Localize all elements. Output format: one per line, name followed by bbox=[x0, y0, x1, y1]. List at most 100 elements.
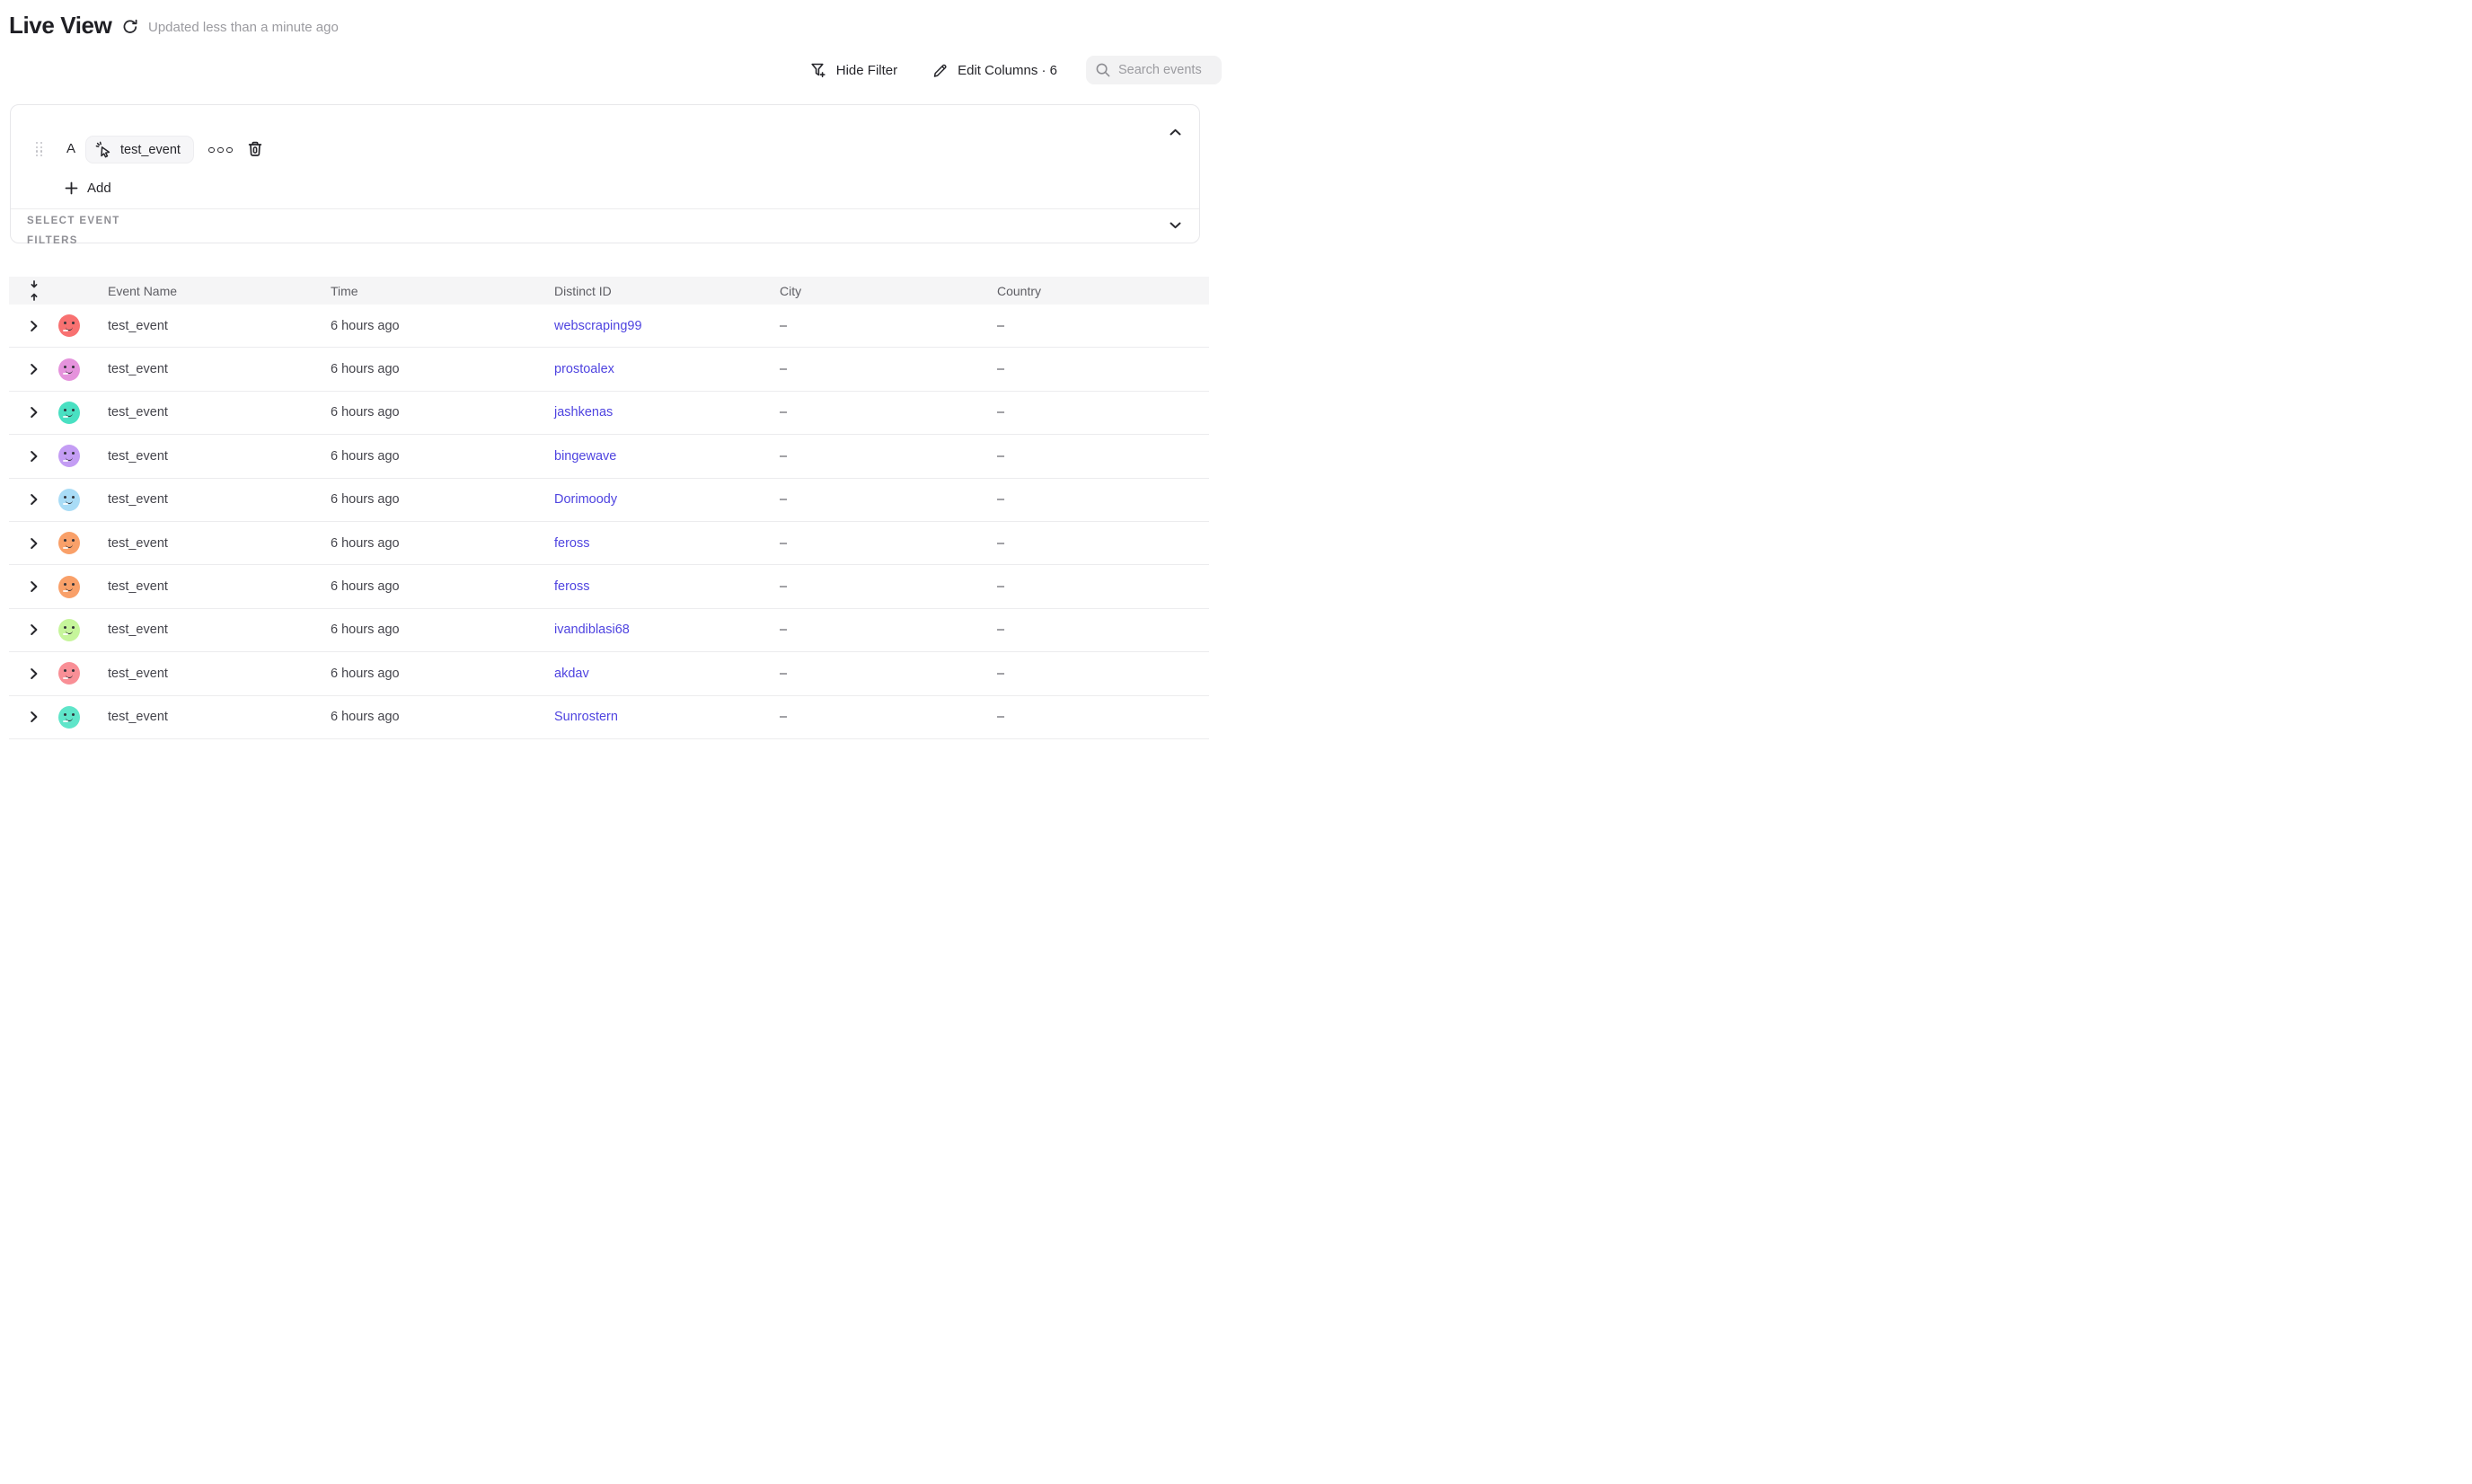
table-header: Event Name Time Distinct ID City Country bbox=[9, 277, 1209, 305]
event-name-cell: test_event bbox=[94, 449, 317, 464]
hide-filter-button[interactable]: Hide Filter bbox=[809, 61, 897, 79]
toolbar: Hide Filter Edit Columns · 6 bbox=[809, 56, 1222, 84]
table-row: test_event 6 hours ago feross – – bbox=[9, 565, 1209, 608]
city-cell: – bbox=[766, 623, 984, 637]
row-expand-chevron-icon[interactable] bbox=[30, 580, 39, 593]
column-header-event-name: Event Name bbox=[94, 284, 317, 298]
ellipsis-icon bbox=[217, 147, 224, 154]
row-expand-chevron-icon[interactable] bbox=[30, 667, 39, 680]
distinct-id-link[interactable]: jashkenas bbox=[554, 405, 613, 420]
time-cell: 6 hours ago bbox=[317, 492, 541, 507]
collapse-vertical-icon bbox=[28, 280, 40, 301]
delete-clause-button[interactable] bbox=[245, 139, 265, 159]
plus-icon bbox=[65, 181, 78, 195]
time-cell: 6 hours ago bbox=[317, 449, 541, 464]
distinct-id-link[interactable]: webscraping99 bbox=[554, 319, 642, 333]
time-cell: 6 hours ago bbox=[317, 710, 541, 724]
drag-handle[interactable] bbox=[36, 142, 44, 157]
city-cell: – bbox=[766, 319, 984, 333]
add-label: Add bbox=[87, 181, 111, 196]
live-view-page: Live View Updated less than a minute ago… bbox=[0, 0, 1236, 742]
table-row: test_event 6 hours ago webscraping99 – – bbox=[9, 305, 1209, 348]
row-expand-chevron-icon[interactable] bbox=[30, 623, 39, 636]
city-cell: – bbox=[766, 449, 984, 464]
row-expand-chevron-icon[interactable] bbox=[30, 406, 39, 419]
updated-status: Updated less than a minute ago bbox=[148, 20, 339, 35]
user-avatar bbox=[58, 619, 80, 641]
country-cell: – bbox=[984, 623, 1209, 637]
distinct-id-link[interactable]: Sunrostern bbox=[554, 710, 618, 724]
event-chip-label: test_event bbox=[120, 143, 181, 157]
time-cell: 6 hours ago bbox=[317, 319, 541, 333]
user-avatar bbox=[58, 706, 80, 729]
row-expand-chevron-icon[interactable] bbox=[30, 363, 39, 375]
time-cell: 6 hours ago bbox=[317, 536, 541, 551]
event-name-cell: test_event bbox=[94, 536, 317, 551]
city-cell: – bbox=[766, 579, 984, 594]
column-header-time: Time bbox=[317, 284, 541, 298]
row-expand-chevron-icon[interactable] bbox=[30, 320, 39, 332]
table-row: test_event 6 hours ago bingewave – – bbox=[9, 435, 1209, 478]
country-cell: – bbox=[984, 319, 1209, 333]
city-cell: – bbox=[766, 362, 984, 376]
time-cell: 6 hours ago bbox=[317, 362, 541, 376]
cursor-click-icon bbox=[95, 141, 112, 158]
refresh-button[interactable] bbox=[121, 18, 139, 36]
event-name-cell: test_event bbox=[94, 623, 317, 637]
trash-icon bbox=[245, 139, 265, 159]
row-expand-chevron-icon[interactable] bbox=[30, 493, 39, 506]
event-name-cell: test_event bbox=[94, 579, 317, 594]
time-cell: 6 hours ago bbox=[317, 405, 541, 420]
event-name-cell: test_event bbox=[94, 362, 317, 376]
row-expand-chevron-icon[interactable] bbox=[30, 450, 39, 463]
event-name-cell: test_event bbox=[94, 492, 317, 507]
column-header-distinct-id: Distinct ID bbox=[541, 284, 766, 298]
expand-filters-button[interactable] bbox=[1163, 214, 1187, 237]
row-expand-chevron-icon[interactable] bbox=[30, 711, 39, 723]
hide-filter-label: Hide Filter bbox=[836, 63, 897, 78]
distinct-id-link[interactable]: feross bbox=[554, 579, 590, 594]
clause-options-button[interactable] bbox=[205, 141, 236, 159]
column-header-country: Country bbox=[984, 284, 1209, 298]
time-cell: 6 hours ago bbox=[317, 579, 541, 594]
distinct-id-link[interactable]: akdav bbox=[554, 667, 589, 681]
table-row: test_event 6 hours ago Sunrostern – – bbox=[9, 696, 1209, 739]
table-row: test_event 6 hours ago ivandiblasi68 – – bbox=[9, 609, 1209, 652]
city-cell: – bbox=[766, 405, 984, 420]
table-row: test_event 6 hours ago prostoalex – – bbox=[9, 348, 1209, 391]
user-avatar bbox=[58, 662, 80, 685]
search-events-box bbox=[1086, 56, 1222, 84]
event-chip[interactable]: test_event bbox=[85, 136, 194, 163]
user-avatar bbox=[58, 358, 80, 381]
city-cell: – bbox=[766, 710, 984, 724]
row-expand-chevron-icon[interactable] bbox=[30, 537, 39, 550]
query-builder-panel: SELECT EVENT A test_event bbox=[10, 104, 1200, 243]
country-cell: – bbox=[984, 579, 1209, 594]
filters-label: FILTERS bbox=[27, 235, 78, 246]
country-cell: – bbox=[984, 710, 1209, 724]
city-cell: – bbox=[766, 536, 984, 551]
distinct-id-link[interactable]: ivandiblasi68 bbox=[554, 623, 630, 637]
country-cell: – bbox=[984, 536, 1209, 551]
table-row: test_event 6 hours ago akdav – – bbox=[9, 652, 1209, 695]
search-icon bbox=[1095, 62, 1111, 78]
user-avatar bbox=[58, 532, 80, 554]
panel-divider bbox=[11, 208, 1199, 209]
add-event-button[interactable]: Add bbox=[65, 178, 111, 198]
clause-letter: A bbox=[65, 141, 77, 156]
edit-columns-label: Edit Columns · 6 bbox=[958, 63, 1057, 78]
user-avatar bbox=[58, 402, 80, 424]
user-avatar bbox=[58, 489, 80, 511]
distinct-id-link[interactable]: bingewave bbox=[554, 449, 616, 464]
table-row: test_event 6 hours ago Dorimoody – – bbox=[9, 479, 1209, 522]
event-name-cell: test_event bbox=[94, 710, 317, 724]
time-cell: 6 hours ago bbox=[317, 667, 541, 681]
distinct-id-link[interactable]: Dorimoody bbox=[554, 492, 617, 507]
distinct-id-link[interactable]: feross bbox=[554, 536, 590, 551]
edit-columns-button[interactable]: Edit Columns · 6 bbox=[931, 62, 1057, 79]
event-name-cell: test_event bbox=[94, 667, 317, 681]
distinct-id-link[interactable]: prostoalex bbox=[554, 362, 614, 376]
ellipsis-icon bbox=[226, 147, 233, 154]
refresh-icon bbox=[121, 18, 139, 36]
collapse-rows-button[interactable] bbox=[9, 280, 58, 301]
